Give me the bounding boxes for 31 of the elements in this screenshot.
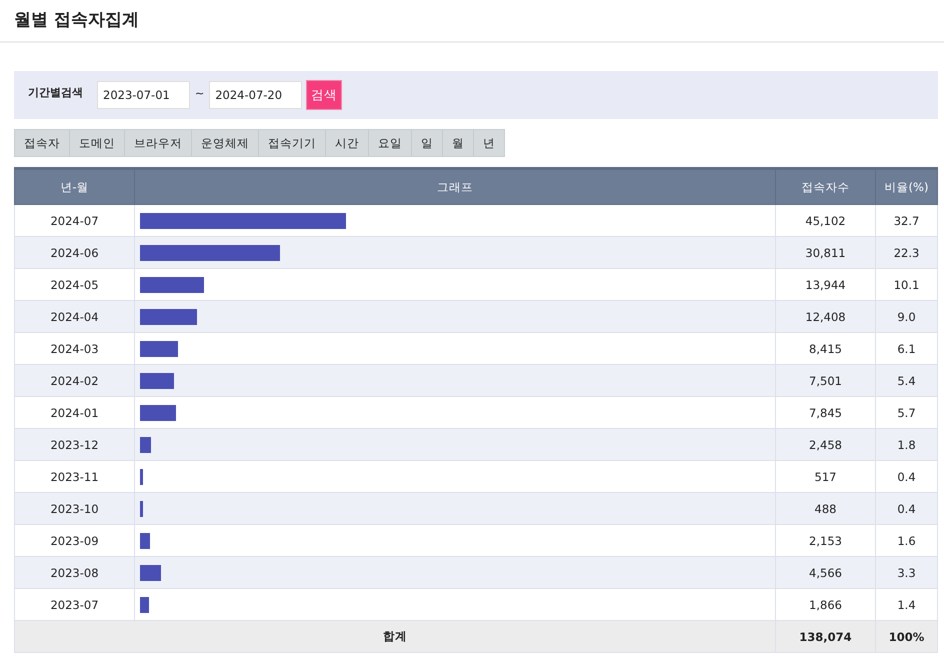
table-cell: 2023-12 [14, 428, 134, 460]
table-cell: 22.3 [876, 236, 938, 268]
search-button[interactable]: 검색 [306, 80, 342, 110]
total-count: 138,074 [776, 620, 876, 652]
table-cell: 30,811 [776, 236, 876, 268]
table-cell: 2024-06 [14, 236, 134, 268]
table-cell: 9.0 [876, 300, 938, 332]
table-cell: 2023-10 [14, 492, 134, 524]
table-cell: 2024-02 [14, 364, 134, 396]
range-separator: ~ [195, 86, 204, 100]
table-cell: 12,408 [776, 300, 876, 332]
table-cell: 2023-08 [14, 556, 134, 588]
column-header: 그래프 [134, 168, 776, 204]
table-cell: 1.8 [876, 428, 938, 460]
table-cell: 7,501 [776, 364, 876, 396]
table-cell: 5.4 [876, 364, 938, 396]
table-cell: 2024-04 [14, 300, 134, 332]
column-header: 접속자수 [776, 168, 876, 204]
column-header: 비율(%) [876, 168, 938, 204]
table-cell: 3.3 [876, 556, 938, 588]
column-header: 년-월 [14, 168, 134, 204]
page-title: 월별 접속자집계 [14, 9, 139, 32]
total-ratio: 100% [876, 620, 938, 652]
start-date-field[interactable]: 2023-07-01 [97, 81, 190, 109]
table-cell: 0.4 [876, 492, 938, 524]
table-cell: 2,458 [776, 428, 876, 460]
table-cell: 488 [776, 492, 876, 524]
total-label: 합계 [14, 620, 776, 652]
end-date-field[interactable]: 2024-07-20 [209, 81, 302, 109]
table-cell: 4,566 [776, 556, 876, 588]
search-label: 기간별검색 [28, 84, 83, 100]
